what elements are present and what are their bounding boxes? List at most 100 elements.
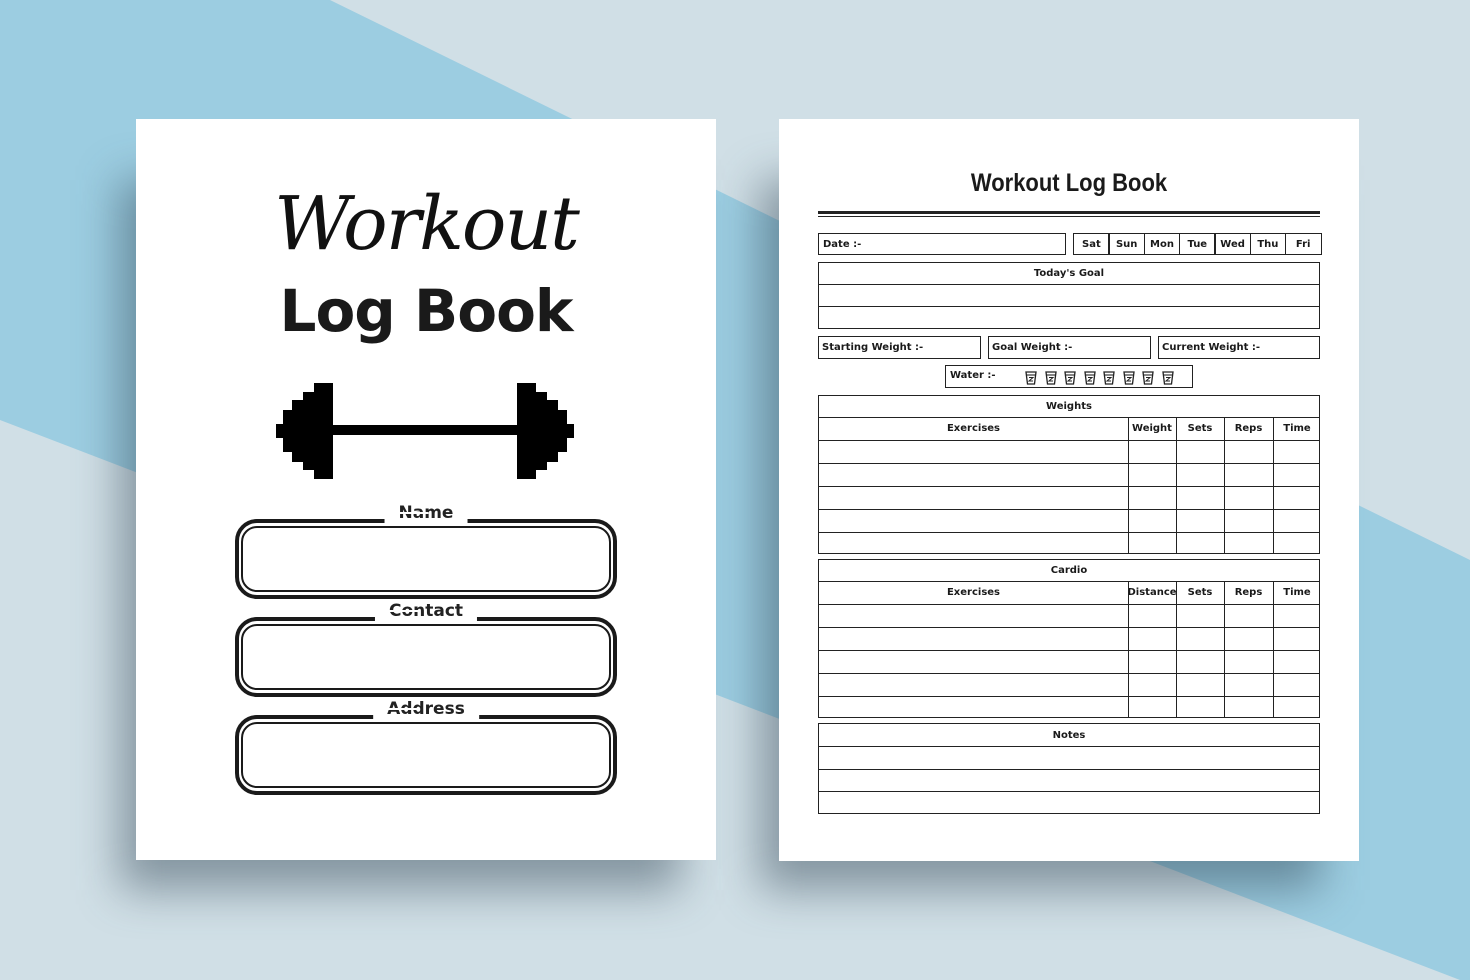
cardio-row-4-time-cell[interactable] bbox=[1273, 673, 1321, 696]
day-label: Tue bbox=[1187, 238, 1208, 250]
cardio-row-1-exercises-cell[interactable] bbox=[819, 604, 1128, 627]
cardio-row-2-exercises-cell[interactable] bbox=[819, 627, 1128, 650]
cardio-row-5-distance-cell[interactable] bbox=[1128, 696, 1176, 719]
weights-row-4-exercises-cell[interactable] bbox=[819, 509, 1128, 532]
water-cup-icon[interactable] bbox=[1122, 371, 1135, 385]
date-field[interactable]: Date :- bbox=[818, 233, 1066, 255]
day-label: Fri bbox=[1295, 238, 1311, 250]
weights-row-1-reps-cell[interactable] bbox=[1224, 440, 1273, 463]
starting-weight-label: Starting Weight :- bbox=[822, 342, 924, 353]
day-sun[interactable]: Sun bbox=[1108, 233, 1146, 255]
water-cup-icon[interactable] bbox=[1083, 371, 1096, 385]
weights-row-1-weight-cell[interactable] bbox=[1128, 440, 1176, 463]
weights-row-2-weight-cell[interactable] bbox=[1128, 463, 1176, 486]
table-column-divider bbox=[1273, 417, 1274, 553]
cardio-row-2-time-cell[interactable] bbox=[1273, 627, 1321, 650]
day-tue[interactable]: Tue bbox=[1178, 233, 1216, 255]
current-weight-field[interactable]: Current Weight :- bbox=[1158, 336, 1320, 359]
water-cup-icon[interactable] bbox=[1103, 371, 1115, 385]
day-label: Wed bbox=[1220, 238, 1245, 250]
day-thu[interactable]: Thu bbox=[1249, 233, 1287, 255]
goal-line[interactable] bbox=[819, 284, 1319, 285]
cardio-row-5-time-cell[interactable] bbox=[1273, 696, 1321, 719]
weights-row-4-reps-cell[interactable] bbox=[1224, 509, 1273, 532]
column-header-label: Reps bbox=[1234, 423, 1263, 434]
cardio-row-3-exercises-cell[interactable] bbox=[819, 650, 1128, 673]
barbell-icon bbox=[276, 383, 574, 479]
weights-row-2-sets-cell[interactable] bbox=[1176, 463, 1224, 486]
weights-row-5-weight-cell[interactable] bbox=[1128, 532, 1176, 555]
cardio-row-5-exercises-cell[interactable] bbox=[819, 696, 1128, 719]
weights-column-header: Weight bbox=[1128, 417, 1176, 440]
log-page-title: Workout Log Book bbox=[970, 169, 1168, 197]
weights-row-2-time-cell[interactable] bbox=[1273, 463, 1321, 486]
weights-row-2-exercises-cell[interactable] bbox=[819, 463, 1128, 486]
goal-line[interactable] bbox=[819, 306, 1319, 307]
notes-line[interactable] bbox=[819, 791, 1319, 792]
weights-row-3-exercises-cell[interactable] bbox=[819, 486, 1128, 509]
water-cup-icon[interactable] bbox=[1064, 371, 1076, 385]
weights-row-5-sets-cell[interactable] bbox=[1176, 532, 1224, 555]
weights-row-3-weight-cell[interactable] bbox=[1128, 486, 1176, 509]
goal-weight-label: Goal Weight :- bbox=[992, 342, 1073, 353]
cardio-row-3-reps-cell[interactable] bbox=[1224, 650, 1273, 673]
weights-column-header: Time bbox=[1273, 417, 1321, 440]
weights-row-3-sets-cell[interactable] bbox=[1176, 486, 1224, 509]
water-cup-icon[interactable] bbox=[1025, 371, 1037, 385]
day-mon[interactable]: Mon bbox=[1143, 233, 1181, 255]
table-column-divider bbox=[1273, 581, 1274, 717]
cardio-row-2-distance-cell[interactable] bbox=[1128, 627, 1176, 650]
weights-row-4-weight-cell[interactable] bbox=[1128, 509, 1176, 532]
weights-row-4-time-cell[interactable] bbox=[1273, 509, 1321, 532]
weights-row-3-reps-cell[interactable] bbox=[1224, 486, 1273, 509]
cardio-row-5-reps-cell[interactable] bbox=[1224, 696, 1273, 719]
table-column-divider bbox=[1224, 417, 1225, 553]
cardio-row-1-time-cell[interactable] bbox=[1273, 604, 1321, 627]
cardio-row-1-sets-cell[interactable] bbox=[1176, 604, 1224, 627]
cardio-row-3-sets-cell[interactable] bbox=[1176, 650, 1224, 673]
weights-row-5-reps-cell[interactable] bbox=[1224, 532, 1273, 555]
cardio-row-1-reps-cell[interactable] bbox=[1224, 604, 1273, 627]
starting-weight-field[interactable]: Starting Weight :- bbox=[818, 336, 981, 359]
cardio-row-4-reps-cell[interactable] bbox=[1224, 673, 1273, 696]
day-wed[interactable]: Wed bbox=[1214, 233, 1251, 255]
notes-line[interactable] bbox=[819, 746, 1319, 747]
cardio-heading: Cardio bbox=[1050, 565, 1088, 576]
weights-row-4-sets-cell[interactable] bbox=[1176, 509, 1224, 532]
cardio-row-4-sets-cell[interactable] bbox=[1176, 673, 1224, 696]
log-page: Workout Log Book Date :- Sat Sun Mon Tue Wed… bbox=[779, 119, 1359, 861]
column-header-label: Exercises bbox=[946, 423, 1001, 434]
weights-row-1-exercises-cell[interactable] bbox=[819, 440, 1128, 463]
goal-weight-field[interactable]: Goal Weight :- bbox=[988, 336, 1151, 359]
cardio-row-2-reps-cell[interactable] bbox=[1224, 627, 1273, 650]
notes-line[interactable] bbox=[819, 769, 1319, 770]
cardio-row-2-sets-cell[interactable] bbox=[1176, 627, 1224, 650]
day-fri[interactable]: Fri bbox=[1284, 233, 1322, 255]
water-cup-icon[interactable] bbox=[1161, 371, 1174, 385]
water-label: Water :- bbox=[950, 370, 996, 381]
water-cup-icon[interactable] bbox=[1142, 371, 1154, 385]
weights-column-header: Reps bbox=[1224, 417, 1273, 440]
weights-row-5-time-cell[interactable] bbox=[1273, 532, 1321, 555]
cardio-row-5-sets-cell[interactable] bbox=[1176, 696, 1224, 719]
column-header-label: Distance bbox=[1127, 587, 1177, 598]
weights-row-2-reps-cell[interactable] bbox=[1224, 463, 1273, 486]
name-field-label: Name bbox=[384, 503, 484, 523]
weights-heading: Weights bbox=[1046, 401, 1092, 412]
weights-row-5-exercises-cell[interactable] bbox=[819, 532, 1128, 555]
cardio-column-header: Distance bbox=[1127, 581, 1177, 604]
weights-row-1-time-cell[interactable] bbox=[1273, 440, 1321, 463]
water-cup-icon[interactable] bbox=[1044, 371, 1057, 385]
column-header-label: Time bbox=[1283, 587, 1311, 598]
day-sat[interactable]: Sat bbox=[1073, 233, 1110, 255]
cardio-row-1-distance-cell[interactable] bbox=[1128, 604, 1176, 627]
weights-row-3-time-cell[interactable] bbox=[1273, 486, 1321, 509]
cardio-row-3-time-cell[interactable] bbox=[1273, 650, 1321, 673]
cardio-row-3-distance-cell[interactable] bbox=[1128, 650, 1176, 673]
cardio-row-4-exercises-cell[interactable] bbox=[819, 673, 1128, 696]
address-field[interactable]: Address bbox=[235, 699, 617, 795]
weights-row-1-sets-cell[interactable] bbox=[1176, 440, 1224, 463]
name-field[interactable]: Name bbox=[235, 503, 617, 599]
contact-field[interactable]: Contact bbox=[235, 601, 617, 697]
cardio-row-4-distance-cell[interactable] bbox=[1128, 673, 1176, 696]
